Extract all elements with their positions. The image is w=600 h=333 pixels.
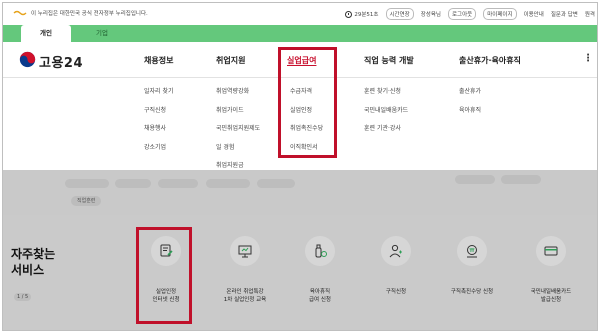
svg-text:₩: ₩ — [470, 248, 475, 254]
menu-item[interactable]: 국민내일배움카드 — [364, 105, 408, 124]
menu-col-leave: 출산휴가 육아휴직 — [459, 86, 481, 123]
service-label-line2: 급여 신청 — [309, 297, 331, 303]
service-job-seeking-allowance[interactable]: ₩ 구직촉진수당 신청 — [432, 236, 512, 296]
ghost-chip — [257, 179, 295, 188]
menu-item[interactable]: 일자리 찾기 — [144, 86, 174, 105]
highlight-unemployment-menu — [278, 47, 337, 158]
timer-text: 29분51초 — [354, 12, 379, 18]
carousel-pager[interactable]: 1 / 5 — [14, 293, 32, 301]
ghost-chip — [158, 179, 198, 188]
menu-item[interactable]: 구직신청 — [144, 105, 174, 124]
extend-time-button[interactable]: 시간연장 — [385, 8, 414, 20]
service-learning-card-issuance[interactable]: 국민내일배움카드발급신청 — [511, 236, 591, 304]
menu-item[interactable]: 출산휴가 — [459, 86, 481, 105]
user-type-tabs: 개인 기업 — [3, 25, 597, 42]
gov-emblem-icon — [13, 10, 27, 16]
menu-item[interactable]: 채용행사 — [144, 123, 174, 142]
vocational-training-chip[interactable]: 직업훈련 — [71, 196, 102, 206]
service-label: 국민내일배움카드발급신청 — [511, 288, 591, 304]
menu-item[interactable]: 국민취업지원제도 — [216, 123, 260, 142]
guide-link[interactable]: 이용안내 — [524, 10, 544, 18]
ghost-chip — [115, 179, 151, 188]
ghost-chip — [455, 175, 495, 184]
baby-bottle-icon — [305, 236, 335, 266]
clock-icon — [345, 10, 353, 18]
ghost-chip — [206, 179, 250, 188]
service-label-line1: 온라인 취업특강 — [226, 289, 264, 295]
services-title-line1: 자주찾는 — [11, 247, 56, 261]
tab-corporate[interactable]: 기업 — [77, 25, 127, 42]
service-label: 구직신청 — [356, 288, 436, 296]
user-add-icon — [381, 236, 411, 266]
logout-button[interactable]: 로그아웃 — [448, 8, 477, 20]
gov-notice-text: 이 누리집은 대한민국 공식 전자정부 누리집입니다. — [31, 11, 148, 17]
dimmed-overlay — [3, 170, 597, 215]
remote-link[interactable]: 원격 — [585, 10, 595, 18]
service-parental-leave-benefit[interactable]: 육아휴직급여 신청 — [280, 236, 360, 304]
tab-personal[interactable]: 개인 — [21, 25, 71, 42]
service-job-application[interactable]: 구직신청 — [356, 236, 436, 296]
ghost-chip — [501, 175, 541, 184]
menu-col-employment-support: 취업역량강화 취업가이드 국민취업지원제도 일 경험 취업지원금 — [216, 86, 260, 179]
faq-link[interactable]: 질문과 답변 — [551, 10, 578, 18]
service-label: 육아휴직급여 신청 — [280, 288, 360, 304]
service-label: 구직촉진수당 신청 — [432, 288, 512, 296]
ghost-chip — [65, 179, 109, 188]
highlight-recognition-service — [136, 227, 192, 324]
menu-col-jobs: 일자리 찾기 구직신청 채용행사 강소기업 — [144, 86, 174, 160]
more-menu-icon[interactable]: ⋮ — [583, 53, 593, 64]
service-label: 온라인 취업특강 1차 실업인정 교육 — [205, 288, 285, 304]
menu-item[interactable]: 취업가이드 — [216, 105, 260, 124]
site-logo-text[interactable]: 고용24 — [39, 52, 83, 71]
menu-item[interactable]: 취업역량강화 — [216, 86, 260, 105]
service-label-line2: 발급신청 — [540, 297, 562, 303]
mypage-button[interactable]: 마이페이지 — [483, 8, 517, 20]
gov-notice-bar: 이 누리집은 대한민국 공식 전자정부 누리집입니다. 29분51초 시간연장 … — [3, 3, 597, 23]
menu-item[interactable]: 훈련 기관·강사 — [364, 123, 408, 142]
services-title: 자주찾는 서비스 — [11, 246, 55, 278]
browser-viewport: 이 누리집은 대한민국 공식 전자정부 누리집입니다. 29분51초 시간연장 … — [2, 2, 598, 331]
taegeuk-logo-icon — [19, 51, 36, 68]
session-timer: 29분51초 — [345, 10, 379, 18]
menu-col-skills: 훈련 찾기·신청 국민내일배움카드 훈련 기관·강사 — [364, 86, 408, 142]
menu-item[interactable]: 육아휴직 — [459, 105, 481, 124]
credit-card-icon — [536, 236, 566, 266]
service-label-line1: 국민내일배움카드 — [530, 289, 572, 295]
services-title-line2: 서비스 — [11, 263, 45, 277]
service-label-line1: 구직신청 — [385, 289, 407, 295]
service-online-job-lecture[interactable]: 온라인 취업특강 1차 실업인정 교육 — [205, 236, 285, 304]
nav-maternity-parental-leave[interactable]: 출산휴가·육아휴직 — [459, 55, 521, 66]
menu-item[interactable]: 훈련 찾기·신청 — [364, 86, 408, 105]
nav-skills-development[interactable]: 직업 능력 개발 — [364, 55, 414, 66]
service-label-line2: 1차 실업인정 교육 — [223, 297, 267, 303]
presentation-board-icon — [230, 236, 260, 266]
menu-item[interactable]: 강소기업 — [144, 142, 174, 161]
coin-won-icon: ₩ — [457, 236, 487, 266]
menu-item[interactable]: 일 경험 — [216, 142, 260, 161]
utility-links: 29분51초 시간연장 장성육님 로그아웃 마이페이지 이용안내 질문과 답변 … — [345, 8, 595, 20]
user-name: 장성육님 — [420, 12, 441, 18]
nav-jobs[interactable]: 채용정보 — [144, 55, 173, 66]
service-label-line1: 육아휴직 — [309, 289, 331, 295]
service-label-line1: 구직촉진수당 신청 — [450, 289, 494, 295]
nav-employment-support[interactable]: 취업지원 — [216, 55, 245, 66]
